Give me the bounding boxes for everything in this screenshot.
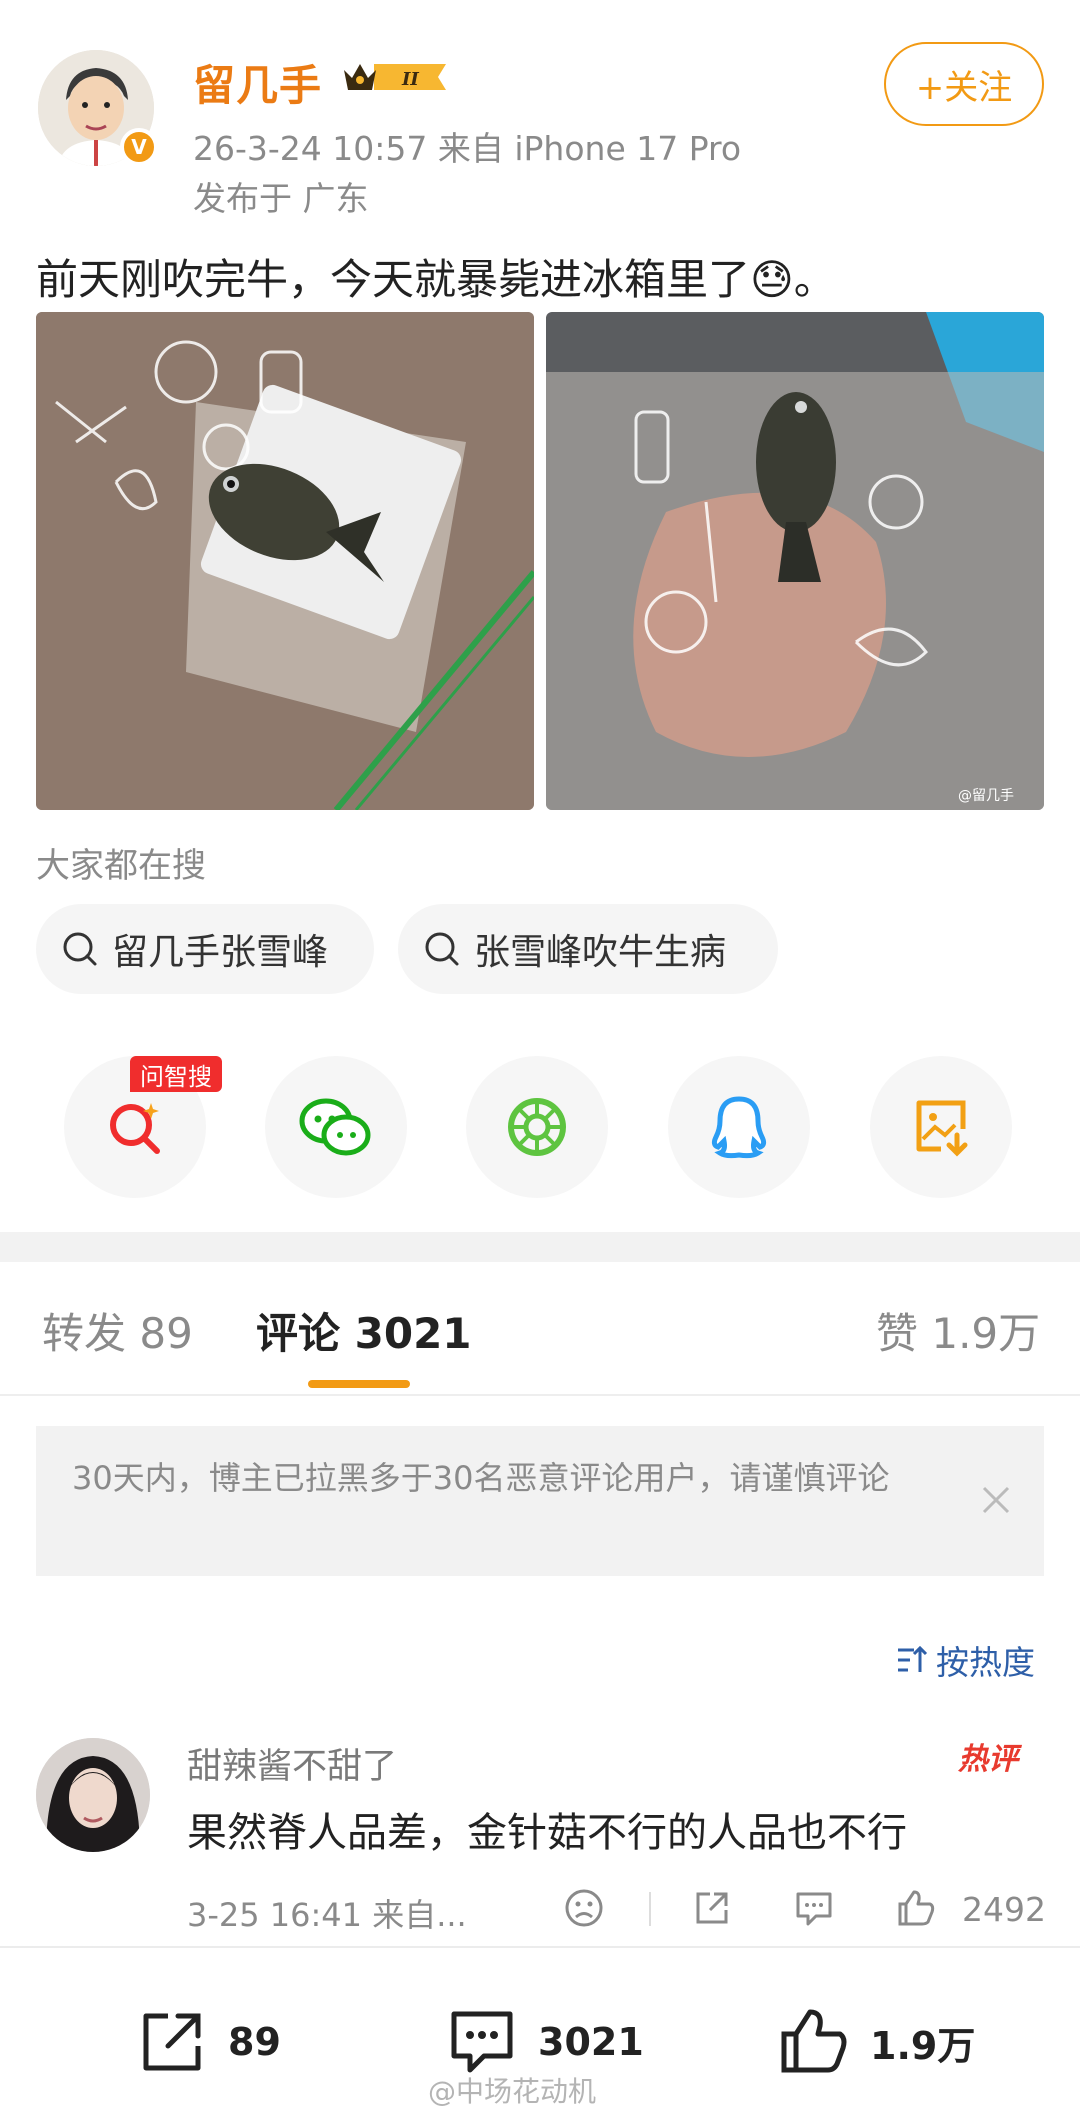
post-image-2[interactable]: @留几手 [546, 312, 1044, 810]
commenter-name[interactable]: 甜辣酱不甜了 [187, 1738, 397, 1789]
post-image-1[interactable] [36, 312, 534, 810]
like-icon [781, 2009, 847, 2073]
like-icon[interactable] [894, 1886, 938, 1930]
comment-notice: 30天内，博主已拉黑多于30名恶意评论用户，请谨慎评论 [36, 1426, 1044, 1576]
sort-by-hot-button[interactable]: 按热度 [894, 1636, 1035, 1684]
bottom-repost-button[interactable]: 89 [134, 2004, 281, 2080]
notice-text: 30天内，博主已拉黑多于30名恶意评论用户，请谨慎评论 [72, 1459, 890, 1497]
bottom-comment-count: 3021 [538, 2020, 644, 2064]
hot-search-label: 大家都在搜 [36, 846, 206, 886]
share-moments-button[interactable] [466, 1056, 608, 1198]
commenter-avatar[interactable] [36, 1738, 150, 1852]
post-location: 发布于 广东 [193, 179, 369, 218]
section-divider [0, 1232, 1080, 1262]
qq-icon [711, 1096, 767, 1159]
share-qq-button[interactable] [668, 1056, 810, 1198]
bottom-comment-button[interactable]: 3021 [444, 2004, 644, 2080]
repost-icon [143, 2013, 201, 2071]
dislike-face-icon[interactable] [562, 1886, 606, 1930]
tab-divider [0, 1394, 1080, 1396]
watermark-text: @中场花动机 [428, 2075, 597, 2108]
search-icon [63, 932, 97, 966]
action-separator [649, 1892, 651, 1926]
sort-icon [898, 1645, 928, 1672]
tab-like[interactable]: 赞 1.9万 [876, 1300, 1040, 1361]
tab-repost[interactable]: 转发 89 [42, 1300, 193, 1361]
save-image-icon [916, 1100, 968, 1157]
moments-icon [508, 1098, 566, 1156]
author-name[interactable]: 留几手 [193, 52, 322, 113]
level-text: II [401, 69, 419, 90]
comment-like-count: 2492 [962, 1890, 1046, 1929]
tab-comment[interactable]: 评论 3021 [256, 1300, 472, 1361]
wechat-icon [299, 1098, 371, 1156]
follow-button[interactable]: +关注 [884, 42, 1044, 126]
verified-badge-icon: V [120, 128, 158, 166]
close-icon[interactable] [974, 1478, 1018, 1522]
comment-text: 果然脊人品差，金针菇不行的人品也不行 [187, 1810, 907, 1856]
hot-search-chip[interactable]: 张雪峰吹牛生病 [398, 904, 778, 994]
ai-search-badge: 问智搜 [130, 1056, 222, 1092]
post-time-source: 26-3-24 10:57 来自 iPhone 17 Pro [193, 129, 742, 168]
bottom-action-bar: 89 3021 1.9万 @中场花动机 [0, 1946, 1080, 2111]
bottom-like-count: 1.9万 [870, 2023, 976, 2068]
share-icon[interactable] [690, 1886, 734, 1930]
share-save-image-button[interactable] [870, 1056, 1012, 1198]
hot-search-chip[interactable]: 留几手张雪峰 [36, 904, 374, 994]
member-crown-icon[interactable]: II [340, 56, 452, 98]
image-watermark: @留几手 [958, 788, 1014, 804]
hot-search-text: 张雪峰吹牛生病 [474, 932, 727, 973]
sort-label: 按热度 [936, 1643, 1035, 1682]
bottom-repost-count: 89 [228, 2020, 281, 2064]
active-tab-indicator [308, 1380, 410, 1388]
share-wechat-button[interactable] [265, 1056, 407, 1198]
comment-icon [451, 2011, 513, 2073]
bottom-like-button[interactable]: 1.9万 [776, 2004, 975, 2080]
search-icon [425, 932, 459, 966]
hot-search-text: 留几手张雪峰 [112, 932, 329, 973]
comment-meta: 3-25 16:41 来自... [187, 1896, 467, 1934]
post-text: 前天刚吹完牛，今天就暴毙进冰箱里了😓。 [36, 255, 836, 304]
hot-comment-badge: 热评 [958, 1742, 1018, 1777]
ai-search-icon [110, 1103, 160, 1154]
reply-icon[interactable] [792, 1886, 836, 1930]
